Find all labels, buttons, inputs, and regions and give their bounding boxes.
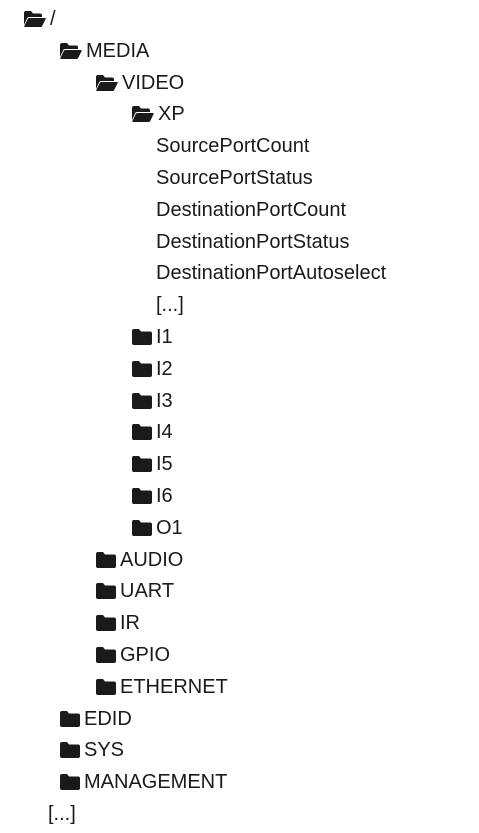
tree-node-label: [...] [48,803,76,825]
folder-icon [132,329,152,345]
tree-node-label: I1 [156,326,173,348]
folder-icon [60,774,80,791]
folder-open-icon [96,74,118,91]
tree-more-row[interactable]: [...] [48,798,76,830]
folder-icon [96,583,116,600]
tree-property-row[interactable]: DestinationPortStatus [156,226,349,258]
tree-folder-row[interactable]: IR [96,607,140,639]
tree-folder-row[interactable]: XP [132,98,185,130]
tree-node-label: DestinationPortCount [156,198,347,221]
tree-node-label: O1 [156,516,183,539]
tree-node-label: EDID [84,707,132,730]
tree-node-label: I2 [156,357,173,380]
tree-folder-row[interactable]: / [24,3,56,35]
folder-icon [96,647,116,663]
tree-folder-row[interactable]: ETHERNET [96,671,228,703]
tree-node-label: I6 [156,485,173,507]
folder-open-icon [60,42,82,59]
tree-folder-row[interactable]: I5 [132,448,173,480]
folder-icon [132,392,152,409]
tree-node-label: DestinationPortAutoselect [156,262,387,285]
tree-node-label: SYS [84,739,125,762]
folder-icon [96,678,116,695]
folder-icon [96,615,116,632]
tree-folder-row[interactable]: I3 [132,385,173,417]
tree-folder-row[interactable]: SYS [60,734,124,766]
folder-icon [60,710,80,727]
tree-folder-row[interactable]: I4 [132,416,173,448]
tree-node-label: SourcePortCount [156,135,310,158]
folder-icon [96,551,116,568]
tree-node-label: VIDEO [122,71,185,94]
tree-node-label: MEDIA [86,39,150,62]
folder-icon [60,742,80,759]
tree-property-row[interactable]: SourcePortStatus [156,162,313,194]
tree-folder-row[interactable]: I6 [132,480,173,512]
folder-icon [132,488,152,504]
folder-icon [132,360,152,377]
tree-folder-row[interactable]: GPIO [96,639,170,671]
tree-node-label: MANAGEMENT [84,771,228,794]
folder-icon [132,519,152,536]
tree-property-row[interactable]: SourcePortCount [156,130,309,162]
folder-open-icon [24,11,46,27]
tree-node-label: SourcePortStatus [156,167,313,189]
tree-folder-row[interactable]: UART [96,575,174,607]
tree-property-row[interactable]: DestinationPortCount [156,194,346,226]
folder-tree: / MEDIA VIDEO XP SourcePortCount SourcePortSt… [0,0,479,833]
tree-folder-row[interactable]: VIDEO [96,67,184,99]
tree-node-label: I5 [156,453,173,476]
tree-folder-row[interactable]: I2 [132,353,173,385]
tree-node-label: / [50,8,56,30]
tree-node-label: IR [120,612,140,635]
tree-node-label: GPIO [120,644,171,666]
tree-node-label: DestinationPortStatus [156,230,350,253]
tree-node-label: UART [120,580,175,603]
tree-folder-row[interactable]: I1 [132,321,173,353]
tree-node-label: AUDIO [120,548,184,571]
tree-folder-row[interactable]: MEDIA [60,35,149,67]
tree-node-label: I3 [156,389,173,412]
folder-icon [132,456,152,473]
tree-folder-row[interactable]: MANAGEMENT [60,766,227,798]
folder-open-icon [132,106,154,123]
folder-icon [132,424,152,441]
tree-node-label: I4 [156,421,173,444]
tree-property-row[interactable]: DestinationPortAutoselect [156,257,386,289]
tree-more-row[interactable]: [...] [156,289,184,321]
tree-node-label: XP [158,103,185,126]
tree-folder-row[interactable]: AUDIO [96,544,183,576]
tree-node-label: [...] [156,294,184,317]
tree-folder-row[interactable]: EDID [60,703,132,735]
tree-folder-row[interactable]: O1 [132,512,183,544]
tree-node-label: ETHERNET [120,675,228,698]
